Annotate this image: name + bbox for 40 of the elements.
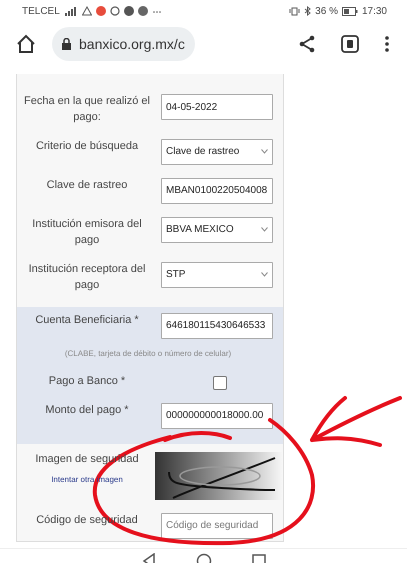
field-label: Cuenta Beneficiaria * [35, 314, 139, 326]
select-field[interactable]: STP [161, 262, 273, 288]
input-field[interactable]: 000000000018000.00 [161, 402, 273, 429]
warning-icon [82, 6, 92, 16]
carrier-label: TELCEL [22, 4, 60, 18]
battery-percent: 36 % [315, 4, 338, 18]
field-label: Institución emisora del pago [32, 218, 142, 246]
chevron-down-icon [261, 227, 268, 232]
input-field[interactable]: 646180115430646533 [161, 312, 273, 339]
menu-icon[interactable] [385, 35, 389, 53]
tabs-icon[interactable] [341, 35, 359, 53]
field-label: Pago a Banco * [48, 374, 126, 387]
field-label: Fecha en la que realizó el pago: [24, 95, 150, 123]
address-bar[interactable]: banxico.org.mx/c [52, 27, 195, 61]
bluetooth-icon [304, 6, 312, 16]
field-label: Institución receptora del pago [28, 262, 146, 291]
input-field[interactable]: MBAN0100220504008 [161, 178, 273, 204]
clock-time: 17:30 [362, 4, 387, 18]
battery-icon [342, 6, 358, 16]
home-icon[interactable] [16, 34, 36, 54]
field-label: Monto del pago * [45, 404, 129, 416]
notification-icon [96, 6, 106, 16]
input-field[interactable]: 04-05-2022 [161, 94, 273, 120]
chevron-down-icon [261, 272, 268, 278]
app-icon [110, 6, 120, 16]
field-label: Criterio de búsqueda [36, 140, 138, 152]
app-icon [138, 6, 148, 16]
lock-icon [62, 38, 71, 50]
signal-icon [64, 6, 78, 16]
url-text: banxico.org.mx/c [79, 34, 185, 54]
app-icon [124, 6, 134, 16]
chevron-down-icon [261, 149, 268, 154]
select-field[interactable]: BBVA MEXICO [161, 216, 273, 243]
vibrate-icon [289, 6, 300, 16]
input-field[interactable]: Código de seguridad [161, 512, 273, 539]
checkbox[interactable] [213, 376, 227, 390]
select-field[interactable]: Clave de rastreo [161, 138, 273, 165]
field-label: Clave de rastreo [46, 178, 128, 191]
share-icon[interactable] [299, 35, 315, 53]
field-hint: (CLABE, tarjeta de débito o número de celular) [64, 348, 232, 360]
